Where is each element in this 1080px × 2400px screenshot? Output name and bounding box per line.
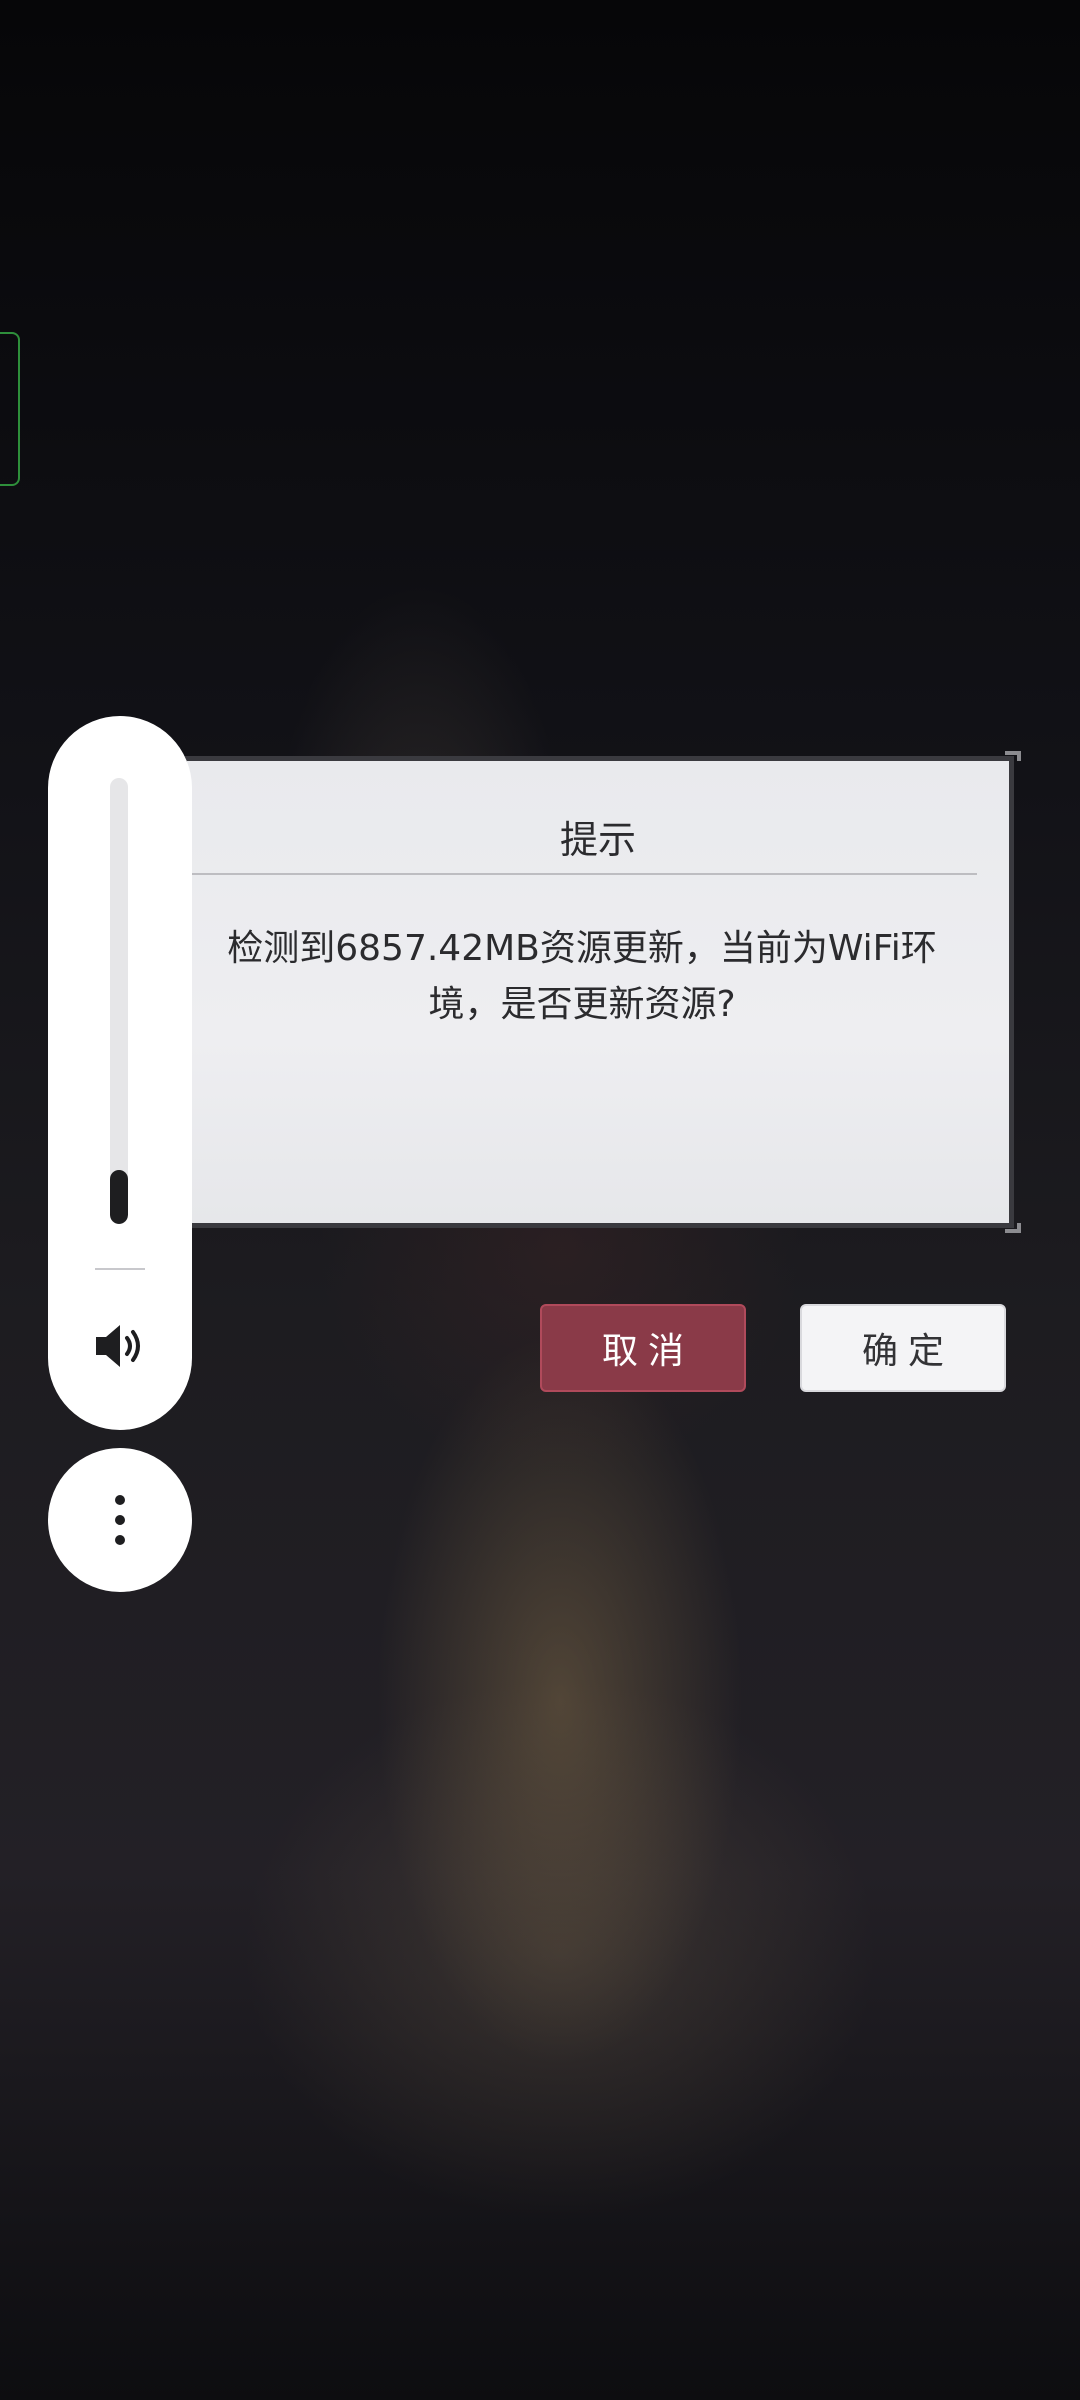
more-vertical-icon [115, 1495, 125, 1545]
volume-slider[interactable] [110, 778, 128, 1224]
dialog-message: 检测到6857.42MB资源更新，当前为WiFi环境，是否更新资源? [227, 928, 937, 1025]
speaker-icon[interactable] [90, 1316, 150, 1376]
volume-level-fill [110, 1170, 128, 1224]
volume-divider [95, 1268, 145, 1270]
confirm-button-label: 确定 [861, 1331, 954, 1372]
dialog-divider [187, 873, 977, 875]
cancel-button[interactable]: 取消 [540, 1304, 746, 1392]
volume-panel [48, 716, 192, 1430]
dialog-title: 提示 [559, 818, 636, 862]
dialog-corner-decoration [1005, 1223, 1021, 1233]
edge-panel-handle[interactable] [0, 332, 20, 486]
update-dialog: 提示 检测到6857.42MB资源更新，当前为WiFi环境，是否更新资源? [182, 751, 1021, 1233]
more-options-button[interactable] [48, 1448, 192, 1592]
dialog-corner-decoration [1005, 751, 1021, 761]
cancel-button-label: 取消 [601, 1331, 694, 1372]
confirm-button[interactable]: 确定 [800, 1304, 1006, 1392]
